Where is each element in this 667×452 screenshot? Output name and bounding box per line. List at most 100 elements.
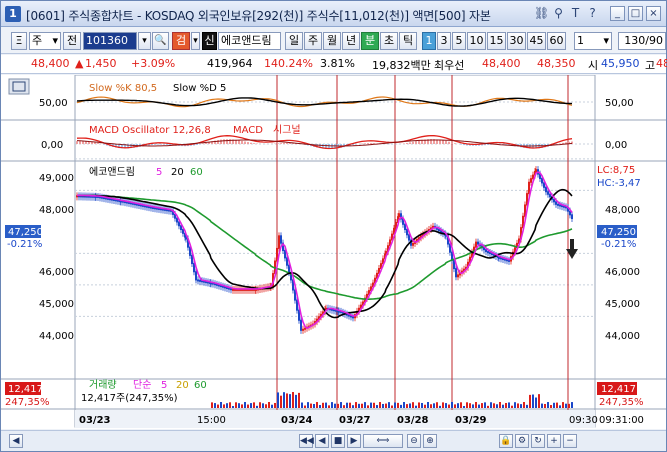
minute-tab-30[interactable]: 30 (507, 32, 526, 50)
period-tab-5[interactable]: 초 (380, 32, 398, 50)
volume-bar (523, 402, 525, 408)
right-current-price: 47,250 (601, 227, 636, 238)
unit-select[interactable]: 1 ▾ (574, 32, 612, 50)
period-tab-0[interactable]: 일 (285, 32, 303, 50)
left-volume-value: 12,417 (8, 384, 43, 395)
period-tab-4[interactable]: 분 (361, 32, 379, 50)
prev-stock-button[interactable]: 전 (63, 32, 81, 50)
minute-tab-15[interactable]: 15 (487, 32, 506, 50)
volume-bar (568, 403, 570, 408)
volume-bar (355, 402, 357, 408)
volume-bar (433, 403, 435, 408)
minute-tab-60[interactable]: 60 (547, 32, 566, 50)
volume-bar (529, 394, 531, 408)
price-change: 1,450 (85, 57, 117, 70)
right-current-pct: -0.21% (601, 239, 636, 250)
chevron-down-icon: ▾ (52, 34, 58, 47)
slow-pane-title2: Slow %D 5 (173, 83, 226, 94)
link-icon[interactable]: ⛓ (534, 6, 549, 21)
chart-canvas[interactable]: Slow %K 80,5 Slow %D 5 50,00 50,00 MACD … (1, 75, 666, 429)
ma5-label: 5 (156, 167, 162, 178)
code-dropdown-icon[interactable]: ▾ (138, 32, 151, 50)
slider-icon[interactable]: ⟺ (363, 434, 403, 448)
period-tab-2[interactable]: 월 (323, 32, 341, 50)
volume-bar (487, 405, 489, 408)
volume-bar (274, 402, 276, 408)
shrink-icon[interactable]: − (563, 434, 577, 448)
minimize-button[interactable]: _ (610, 6, 625, 21)
macd-right-tick: 0,00 (605, 140, 627, 151)
volume-bar (364, 402, 366, 408)
right-volume-value: 12,417 (601, 384, 636, 395)
high-label: 고 (645, 59, 656, 72)
prev-icon[interactable]: ◀ (315, 434, 329, 448)
period-tab-6[interactable]: 틱 (399, 32, 417, 50)
lock-icon[interactable]: 🔒 (499, 434, 513, 448)
close-button[interactable]: × (646, 6, 661, 21)
volume-bar (403, 402, 405, 408)
macd-pane-title: MACD Oscillator 12,26,8 (89, 125, 211, 136)
volume-bar (256, 405, 258, 408)
volume-bar (400, 404, 402, 408)
minute-tab-1[interactable]: 1 (422, 32, 436, 50)
volume-bar (277, 392, 279, 408)
stock-code-input[interactable]: 101360 (83, 32, 137, 50)
volume-bar (250, 403, 252, 408)
pane-settings-icon[interactable] (8, 78, 30, 95)
screen-number-badge[interactable]: 1 (5, 6, 21, 22)
volume-bar (418, 402, 420, 408)
volume-bar (493, 403, 495, 408)
minute-tab-3[interactable]: 3 (437, 32, 451, 50)
volume-bar (397, 402, 399, 408)
hc-readout: HC:-3,47 (597, 178, 641, 189)
open-price: 45,950 (601, 57, 640, 70)
left-volume-pct: 247,35% (5, 397, 50, 408)
data-count-input[interactable]: 130/90 (618, 32, 666, 50)
volume-bar (544, 403, 546, 408)
settings-icon[interactable]: ⚙ (515, 434, 529, 448)
favorite-button[interactable]: 검 (172, 32, 190, 50)
maximize-button[interactable]: □ (628, 6, 643, 21)
x-label-0327: 03/27 (339, 415, 371, 426)
expand-icon[interactable]: + (547, 434, 561, 448)
volume-bar (214, 403, 216, 408)
volume-bar (304, 405, 306, 408)
next-icon[interactable]: ▶ (347, 434, 361, 448)
rewind-icon[interactable]: ◀◀ (299, 434, 314, 448)
ma60-label: 60 (190, 167, 203, 178)
market-type-select[interactable]: 주 ▾ (29, 32, 61, 50)
volume-bar (445, 403, 447, 408)
period-tab-3[interactable]: 년 (342, 32, 360, 50)
volume-bar (547, 402, 549, 408)
zoom-out-icon[interactable]: ⊖ (407, 434, 421, 448)
volume-bar (232, 405, 234, 408)
minute-tab-5[interactable]: 5 (452, 32, 466, 50)
candle-body (398, 213, 400, 218)
volume-bar (385, 403, 387, 408)
volume-bar (307, 402, 309, 408)
period-tab-1[interactable]: 주 (304, 32, 322, 50)
refresh-icon[interactable]: ↻ (531, 434, 545, 448)
volume-bar (538, 394, 540, 408)
volume-bar (550, 405, 552, 408)
first-icon[interactable]: ◀ (9, 434, 23, 448)
volume-bar (475, 402, 477, 408)
volume-bar (298, 392, 300, 408)
macd-left-tick: 0,00 (41, 140, 63, 151)
zoom-in-icon[interactable]: ⊕ (423, 434, 437, 448)
chart-menu-icon[interactable]: Ξ (11, 32, 27, 50)
volume-bar (358, 403, 360, 408)
minute-tab-10[interactable]: 10 (467, 32, 486, 50)
minute-tab-45[interactable]: 45 (527, 32, 546, 50)
pin-icon[interactable]: ⚲ (551, 6, 566, 21)
volume-bar (310, 403, 312, 408)
volume-bar (421, 402, 423, 408)
candle-body (535, 169, 537, 172)
help-icon[interactable]: ? (585, 6, 600, 21)
volume-bar (409, 403, 411, 408)
chart-area[interactable]: Slow %K 80,5 Slow %D 5 50,00 50,00 MACD … (1, 75, 666, 429)
translate-icon[interactable]: T (568, 6, 583, 21)
favorite-dropdown-icon[interactable]: ▾ (191, 32, 200, 50)
search-icon[interactable]: 🔍 (152, 32, 169, 50)
stop-icon[interactable]: ■ (331, 434, 345, 448)
